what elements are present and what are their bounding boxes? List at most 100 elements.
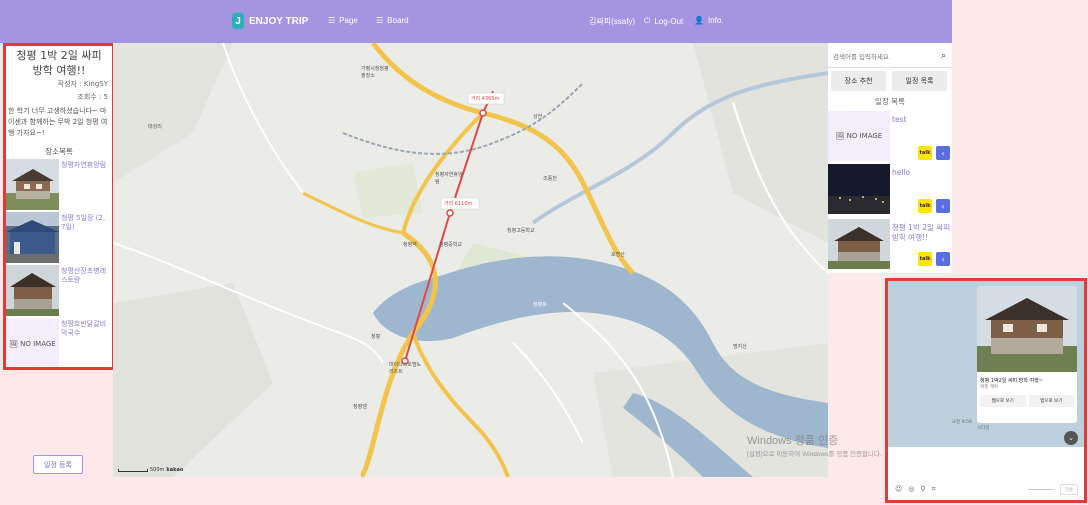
schedule-thumbnail (828, 219, 890, 269)
scale-bar (118, 468, 148, 472)
search-input[interactable] (833, 52, 933, 61)
place-item[interactable]: 청평산장초병레스토랑 (6, 265, 112, 316)
windows-activation-watermark: Windows 정품 인증 [설정]으로 이동하여 Windows를 정품 인증… (747, 432, 882, 458)
place-item[interactable]: 청평 5일장 (2, 7일) (6, 212, 112, 263)
plan-detail-panel: 청평 1박 2일 싸피 방학 여행!! 작성자 : KingSY 조회수 : 5… (3, 43, 115, 370)
nav-user[interactable]: 김싸피(ssafy) (589, 16, 635, 27)
map-label: 가평시청청평출장소 (361, 66, 389, 79)
view-web-button[interactable]: 웹으로 보기 (980, 395, 1026, 407)
schedule-thumbnail (828, 164, 890, 214)
schedule-list-heading: 일정 목록 (875, 97, 905, 106)
view-app-button[interactable]: 앱으로 보기 (1028, 395, 1074, 407)
place-item[interactable]: 🖼 NO IMAGE 청평호반닭갈비막국수 (6, 318, 112, 367)
chevron-left-icon[interactable]: ‹ (936, 252, 950, 266)
map-label: 청평중학교 (439, 242, 463, 248)
info-label: Info. (707, 16, 724, 25)
chat-input-toolbar: ☺ ◎ ⚲ ⌗ (888, 478, 1084, 500)
place-thumbnail (6, 212, 59, 263)
register-schedule-button[interactable]: 일정 등록 (33, 455, 83, 474)
place-thumbnail (6, 265, 59, 316)
kakao-share-button[interactable]: talk (918, 252, 932, 266)
place-name: 청평호반닭갈비막국수 (61, 320, 107, 337)
attach-icon[interactable]: ⚲ (920, 485, 925, 493)
map-label: 명지산 (733, 344, 747, 350)
top-navbar: J ENJOY TRIP ☰ Page ☰ Board 김싸피(ssafy) ⏻… (0, 0, 952, 43)
schedule-sidebar: ⌕ 장소 추천 일정 목록 일정 목록 🖼 NO IMAGE test talk… (828, 43, 952, 273)
brand-name: ENJOY TRIP (249, 15, 309, 27)
kakao-share-button[interactable]: talk (918, 146, 932, 160)
map-scale: 500m kakao (118, 467, 183, 473)
map-label: 호명산 (611, 252, 625, 258)
person-icon: 👤 (694, 16, 704, 25)
chevron-left-icon[interactable]: ‹ (936, 146, 950, 160)
logout-link[interactable]: ⏻ Log-Out (644, 16, 683, 26)
scroll-down-icon[interactable]: ⌄ (1064, 431, 1078, 445)
search-icon[interactable]: ⌕ (941, 51, 946, 61)
shared-plan-buttons: 웹으로 보기 앱으로 보기 (977, 390, 1077, 412)
map-label: 상천 (533, 114, 543, 120)
emoticon-icon[interactable]: ◎ (908, 485, 914, 493)
no-image-placeholder: 🖼 NO IMAGE (828, 111, 890, 161)
tab-place-recommend[interactable]: 장소 추천 (831, 71, 886, 91)
place-name: 청평자연휴양림 (61, 161, 107, 169)
map-label: 조종천 (543, 176, 557, 182)
map-provider-logo: kakao (166, 467, 184, 473)
crop-icon[interactable]: ⌗ (932, 485, 936, 494)
no-image-label: NO IMAGE (846, 132, 883, 140)
plan-title: 청평 1박 2일 싸피 방학 여행!! (16, 49, 102, 77)
scale-label: 500m (150, 467, 165, 473)
shared-plan-title: 청평 1박2일 싸피 방학 여행~ (980, 378, 1043, 384)
power-icon: ⏻ (644, 16, 651, 25)
map-label: 청평호 (533, 302, 547, 308)
map-label: 청평역 (403, 242, 417, 248)
brand-link[interactable]: J ENJOY TRIP (232, 13, 308, 29)
map-label: 대성리 (148, 124, 162, 130)
place-item[interactable]: 청평자연휴양림 (6, 159, 112, 210)
schedule-item[interactable]: 🖼 NO IMAGE test (828, 111, 952, 161)
place-thumbnail (6, 159, 59, 210)
font-size-slider[interactable] (1028, 489, 1054, 490)
plan-author: 작성자 : KingSY (57, 80, 108, 88)
distance-label: 거리 4365m (471, 96, 500, 102)
schedule-item[interactable]: hello (828, 164, 952, 214)
chevron-left-icon[interactable]: ‹ (936, 199, 950, 213)
nav-board-link[interactable]: ☰ Board (376, 16, 409, 25)
list-icon: ☰ (376, 16, 384, 25)
map-label: 청평자연휴양림 (435, 172, 463, 185)
nav-page-label: Page (339, 16, 358, 25)
send-button[interactable]: 전송 (1060, 484, 1078, 495)
distance-label: 거리 6110m (444, 201, 473, 207)
no-image-label: NO IMAGE (20, 339, 56, 348)
info-link[interactable]: 👤 Info. (694, 16, 724, 25)
sidebar-tabs: 장소 추천 일정 목록 (831, 71, 947, 91)
plan-views: 조회수 : 5 (77, 93, 108, 101)
map-label: 마이다스호텔&리조트 (389, 362, 421, 375)
place-name: 청평산장초병레스토랑 (61, 267, 107, 284)
list-icon: ☰ (328, 16, 336, 25)
schedule-item[interactable]: 청평 1박 2일 싸피 방학 여행!! (828, 219, 952, 269)
brand-logo-icon: J (232, 13, 244, 29)
tab-schedule-list[interactable]: 일정 목록 (892, 71, 947, 91)
nav-page-link[interactable]: ☰ Page (328, 16, 358, 25)
plan-description: 한 학기 너무 고생하셨습니다~ 마이센과 함께하는 무박 2일 청평 여행 가… (8, 107, 108, 137)
shared-plan-card[interactable]: 청평 1박2일 싸피 방학 여행~ 여행 계획 웹으로 보기 앱으로 보기 (977, 286, 1077, 423)
watermark-line: [설정]으로 이동하여 Windows를 정품 인증합니다. (747, 451, 882, 458)
map-label: 청평댐 (353, 404, 367, 410)
emoji-icon[interactable]: ☺ (895, 485, 902, 493)
kakao-share-button[interactable]: talk (918, 199, 932, 213)
map-view[interactable]: 거리 4365m 거리 6110m 가평시청청평출장소 청평자연휴양림 대성리 … (113, 43, 828, 477)
places-heading: 장소목록 (45, 147, 73, 156)
image-icon: 🖼 (835, 132, 845, 140)
image-icon: 🖼 (9, 339, 19, 348)
chat-source-tag: 스타일 (977, 426, 990, 431)
chat-timestamp: 오전 9:59 (952, 420, 972, 425)
nav-board-label: Board (387, 16, 409, 25)
nav-user-label: 김싸피(ssafy) (589, 17, 636, 26)
logout-label: Log-Out (654, 16, 684, 26)
kakao-chat-popup: 청평 1박2일 싸피 방학 여행~ 여행 계획 웹으로 보기 앱으로 보기 오전… (885, 278, 1087, 503)
shared-plan-image (977, 286, 1077, 372)
map-label: 청평고등학교 (507, 228, 535, 234)
search-bar: ⌕ (828, 46, 952, 68)
map-canvas[interactable] (113, 43, 828, 477)
map-label: 청평 (371, 334, 381, 340)
